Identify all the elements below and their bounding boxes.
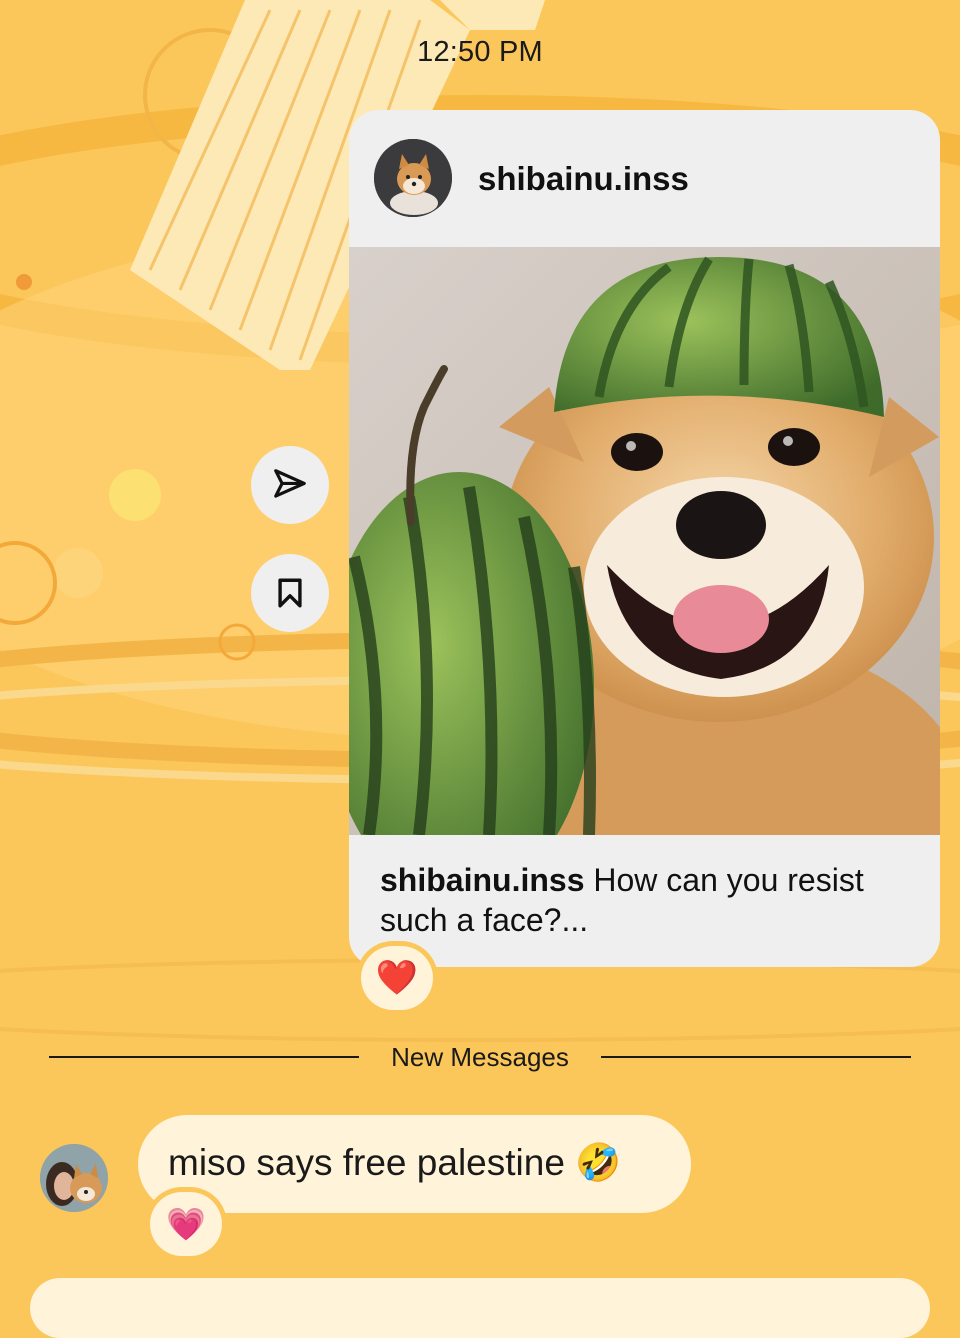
caption-username[interactable]: shibainu.inss bbox=[380, 862, 584, 898]
post-caption: shibainu.inss How can you resist such a … bbox=[380, 860, 920, 940]
shiba-avatar-image bbox=[374, 139, 452, 217]
sparkling-heart-icon: 💗 bbox=[166, 1206, 206, 1242]
save-button[interactable] bbox=[251, 554, 329, 632]
message-text: miso says free palestine bbox=[168, 1142, 565, 1183]
shared-post-card[interactable]: shibainu.inss shibainu.inss How can you … bbox=[349, 110, 940, 967]
bookmark-icon bbox=[278, 578, 302, 608]
rofl-emoji: 🤣 bbox=[575, 1142, 622, 1183]
share-button[interactable] bbox=[251, 446, 329, 524]
message-reaction-badge[interactable]: 💗 bbox=[150, 1192, 222, 1256]
new-messages-divider: New Messages bbox=[49, 1040, 911, 1074]
shiba-watermelon-photo bbox=[349, 247, 940, 835]
message-bubble[interactable]: miso says free palestine 🤣 bbox=[138, 1115, 691, 1213]
post-image[interactable] bbox=[349, 247, 940, 835]
divider-line-right bbox=[601, 1056, 911, 1058]
message-text-line: miso says free palestine 🤣 bbox=[168, 1142, 621, 1185]
heart-reaction-icon: ❤️ bbox=[375, 959, 419, 997]
post-owner-avatar[interactable] bbox=[374, 139, 452, 217]
message-timestamp: 12:50 PM bbox=[417, 36, 543, 68]
post-owner-username[interactable]: shibainu.inss bbox=[478, 160, 689, 198]
post-reaction-badge[interactable]: ❤️ bbox=[361, 946, 433, 1010]
sender-avatar-image bbox=[40, 1144, 108, 1212]
sender-avatar[interactable] bbox=[40, 1144, 108, 1212]
post-header: shibainu.inss bbox=[349, 110, 940, 247]
next-message-bubble[interactable] bbox=[30, 1278, 930, 1338]
paper-plane-icon bbox=[274, 469, 306, 498]
